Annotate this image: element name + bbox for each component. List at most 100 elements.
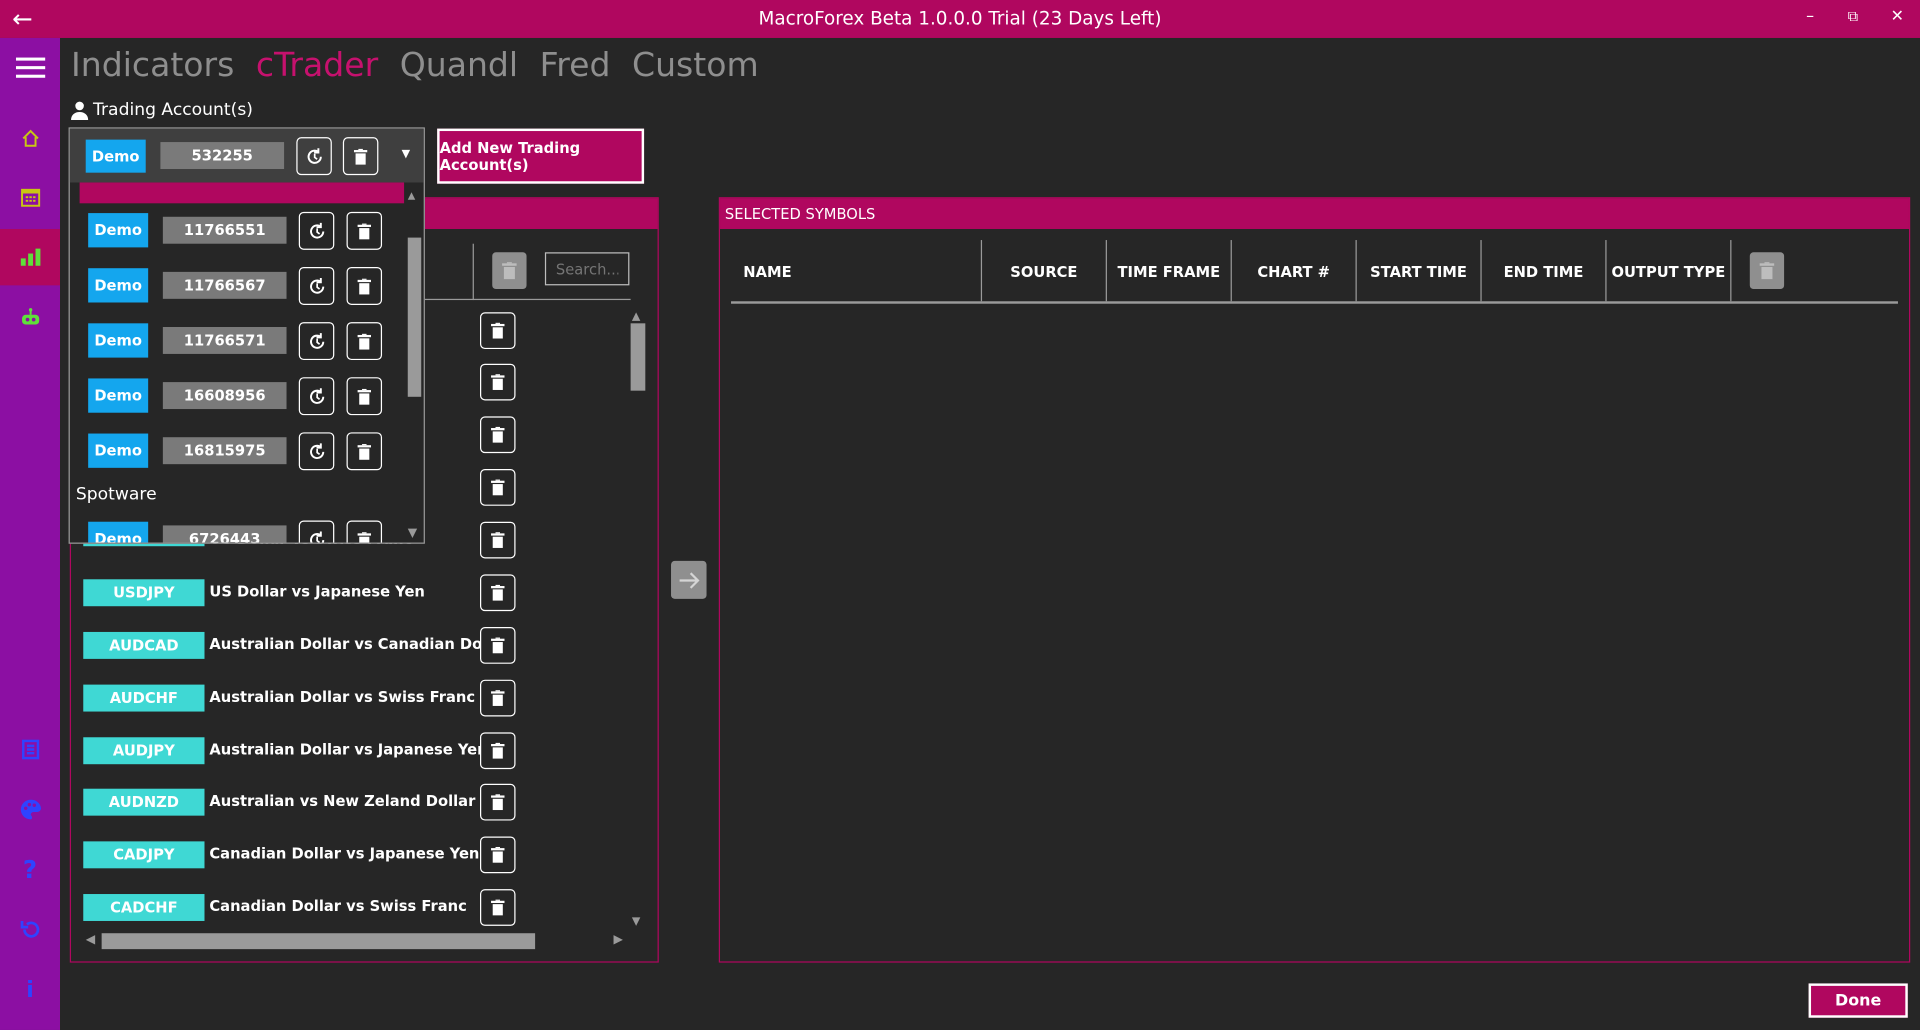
delete-account-button[interactable] bbox=[346, 211, 383, 250]
scroll-left-icon[interactable]: ◀ bbox=[86, 933, 95, 946]
arrow-right-icon bbox=[678, 571, 699, 589]
symbol-chip[interactable]: AUDCAD bbox=[83, 631, 205, 659]
account-type-badge: Demo bbox=[85, 139, 146, 173]
scroll-right-icon[interactable]: ▶ bbox=[613, 933, 622, 946]
tab-indicators[interactable]: Indicators bbox=[71, 47, 234, 85]
delete-symbol-button[interactable] bbox=[480, 363, 516, 401]
restore-button[interactable]: ⧉ bbox=[1848, 7, 1859, 25]
close-button[interactable]: ✕ bbox=[1891, 7, 1904, 25]
delete-symbol-button[interactable] bbox=[480, 679, 516, 717]
symbol-chip[interactable]: AUDCHF bbox=[83, 684, 205, 712]
delete-symbol-button[interactable] bbox=[480, 521, 516, 559]
selected-symbols-panel: SELECTED SYMBOLS NAME SOURCE TIME FRAME … bbox=[718, 197, 1911, 963]
chart-icon[interactable] bbox=[0, 229, 61, 286]
account-number[interactable]: 11766571 bbox=[162, 326, 287, 354]
delete-symbol-button[interactable] bbox=[480, 312, 516, 350]
tab-custom[interactable]: Custom bbox=[632, 47, 759, 85]
symbol-chip[interactable]: USDJPY bbox=[83, 579, 205, 607]
symbol-chip[interactable]: AUDNZD bbox=[83, 788, 205, 816]
symbol-name: Australian Dollar vs Swiss Franc bbox=[209, 688, 476, 706]
scroll-up-icon[interactable]: ▲ bbox=[632, 311, 640, 323]
database-icon[interactable] bbox=[0, 721, 60, 777]
symbol-name: Australian Dollar vs Japanese Yen bbox=[209, 740, 488, 759]
refresh-account-button[interactable] bbox=[298, 322, 335, 361]
refresh-account-button[interactable] bbox=[298, 211, 335, 250]
account-number[interactable]: 16608956 bbox=[162, 382, 287, 410]
calendar-icon[interactable] bbox=[0, 169, 60, 225]
account-type-badge[interactable]: Demo bbox=[88, 268, 149, 303]
dropdown-selected-row[interactable]: Demo 532255 ▼ bbox=[69, 128, 424, 183]
nav-tabs: Indicators cTrader Quandl Fred Custom bbox=[71, 47, 770, 85]
account-number[interactable]: 6726443 bbox=[162, 525, 287, 543]
robot-icon[interactable] bbox=[0, 289, 60, 345]
delete-symbol-button[interactable] bbox=[480, 889, 516, 926]
account-dropdown[interactable]: Demo 532255 ▼ ▲ ▼ Demo 11766551 Demo 117… bbox=[68, 127, 425, 544]
home-icon[interactable] bbox=[0, 110, 60, 166]
delete-selected-button[interactable] bbox=[1749, 252, 1785, 290]
delete-symbol-button[interactable] bbox=[480, 469, 516, 506]
symbol-chip[interactable]: CADCHF bbox=[83, 894, 205, 921]
account-number[interactable]: 11766567 bbox=[162, 271, 287, 299]
window-title: MacroForex Beta 1.0.0.0 Trial (23 Days L… bbox=[758, 7, 1162, 30]
account-number[interactable]: 16815975 bbox=[162, 437, 287, 465]
delete-account-button[interactable] bbox=[342, 137, 379, 176]
refresh-account-button[interactable] bbox=[298, 377, 335, 416]
symbol-name: Canadian Dollar vs Swiss Franc bbox=[209, 897, 467, 915]
column-header-name[interactable]: NAME bbox=[731, 242, 981, 301]
tab-quandl[interactable]: Quandl bbox=[400, 47, 518, 85]
refresh-account-button[interactable] bbox=[298, 520, 335, 543]
account-type-badge[interactable]: Demo bbox=[88, 323, 149, 358]
account-number[interactable]: 11766551 bbox=[162, 216, 287, 244]
account-type-badge[interactable]: Demo bbox=[88, 213, 149, 248]
delete-symbol-button[interactable] bbox=[480, 732, 516, 770]
refresh-icon bbox=[307, 147, 322, 164]
delete-symbol-button[interactable] bbox=[480, 416, 516, 454]
symbol-chip[interactable]: AUDJPY bbox=[83, 737, 205, 765]
refresh-account-button[interactable] bbox=[298, 266, 335, 305]
delete-account-button[interactable] bbox=[346, 266, 383, 305]
delete-symbol-button[interactable] bbox=[480, 627, 516, 664]
column-header-time-frame[interactable]: TIME FRAME bbox=[1107, 242, 1231, 301]
column-header-output-type[interactable]: OUTPUT TYPE bbox=[1607, 242, 1731, 301]
tab-fred[interactable]: Fred bbox=[540, 47, 611, 85]
tab-ctrader[interactable]: cTrader bbox=[256, 47, 378, 85]
delete-all-button[interactable] bbox=[492, 252, 527, 290]
highlighted-account-row[interactable] bbox=[79, 182, 405, 204]
symbol-name: US Dollar vs Japanese Yen bbox=[209, 582, 425, 601]
horizontal-scrollbar-thumb[interactable] bbox=[101, 933, 536, 950]
info-icon[interactable]: i bbox=[0, 961, 60, 1017]
delete-account-button[interactable] bbox=[346, 432, 383, 471]
delete-account-button[interactable] bbox=[346, 377, 383, 416]
chevron-down-icon[interactable]: ▼ bbox=[402, 148, 410, 160]
account-type-badge[interactable]: Demo bbox=[88, 521, 149, 543]
delete-account-button[interactable] bbox=[346, 322, 383, 361]
refresh-account-button[interactable] bbox=[296, 137, 332, 176]
column-header-chart-number[interactable]: CHART # bbox=[1232, 242, 1356, 301]
column-header-start-time[interactable]: START TIME bbox=[1357, 242, 1481, 301]
delete-symbol-button[interactable] bbox=[480, 836, 516, 874]
symbol-chip[interactable]: CADJPY bbox=[83, 841, 205, 869]
account-type-badge[interactable]: Demo bbox=[88, 378, 149, 413]
column-header-source[interactable]: SOURCE bbox=[982, 242, 1106, 301]
vertical-scrollbar-thumb[interactable] bbox=[630, 323, 646, 391]
refresh-account-button[interactable] bbox=[298, 432, 335, 471]
scroll-up-icon[interactable]: ▲ bbox=[408, 190, 416, 201]
trading-account-label: Trading Account(s) bbox=[70, 100, 253, 121]
dropdown-scrollbar-thumb[interactable] bbox=[407, 237, 422, 397]
search-input[interactable] bbox=[544, 252, 630, 286]
done-button[interactable]: Done bbox=[1808, 983, 1908, 1018]
help-icon[interactable]: ? bbox=[0, 841, 60, 897]
palette-icon[interactable] bbox=[0, 781, 60, 837]
column-header-end-time[interactable]: END TIME bbox=[1482, 242, 1606, 301]
scroll-down-icon[interactable]: ▼ bbox=[632, 916, 640, 928]
delete-symbol-button[interactable] bbox=[480, 574, 516, 612]
undo-icon[interactable] bbox=[0, 901, 60, 957]
account-type-badge[interactable]: Demo bbox=[88, 433, 149, 468]
add-symbol-arrow-button[interactable] bbox=[671, 560, 707, 599]
minimize-button[interactable]: – bbox=[1806, 7, 1814, 25]
add-trading-account-button[interactable]: Add New Trading Account(s) bbox=[437, 128, 645, 184]
scroll-down-icon[interactable]: ▼ bbox=[408, 527, 417, 540]
menu-icon[interactable] bbox=[0, 39, 60, 95]
delete-account-button[interactable] bbox=[346, 520, 383, 543]
delete-symbol-button[interactable] bbox=[480, 783, 516, 821]
